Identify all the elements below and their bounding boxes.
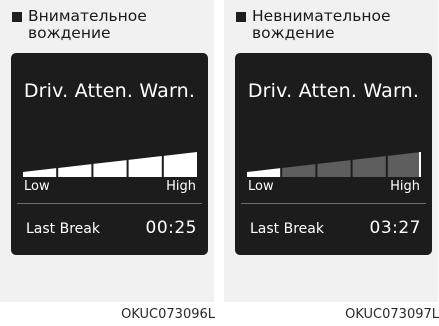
cluster-display: Driv. Atten. Warn. Low High Last Break 0… [235, 53, 432, 255]
square-bullet-icon [12, 12, 22, 22]
panel-heading-text: Невнимательное вождение [252, 7, 391, 42]
level-low-label: Low [24, 179, 50, 194]
level-segment [387, 152, 421, 177]
panel-heading-text: Внимательное вождение [28, 7, 147, 42]
level-segment [93, 160, 127, 177]
level-segment [128, 156, 162, 177]
panel-heading: Невнимательное вождение [236, 8, 432, 42]
figure-code: OKUC073097L [345, 307, 439, 322]
level-segment [23, 168, 57, 177]
level-high-label: High [166, 179, 196, 194]
level-segment [247, 168, 281, 177]
level-segment [352, 156, 386, 177]
figure-code: OKUC073096L [121, 307, 215, 322]
attention-level-bar [23, 152, 197, 177]
display-divider [17, 203, 202, 204]
level-segment [58, 164, 92, 177]
level-segment [163, 152, 197, 177]
display-title: Driv. Atten. Warn. [247, 80, 420, 102]
last-break-time: 03:27 [369, 218, 421, 238]
attentive-driving-panel: Внимательное вождение Driv. Atten. Warn.… [0, 0, 214, 302]
attention-level-bar [247, 152, 421, 177]
last-break-time: 00:25 [145, 218, 197, 238]
last-break-label: Last Break [250, 221, 324, 237]
square-bullet-icon [236, 12, 246, 22]
level-high-label: High [390, 179, 420, 194]
cluster-display: Driv. Atten. Warn. Low High Last Break 0… [11, 53, 208, 255]
display-title: Driv. Atten. Warn. [23, 80, 196, 102]
last-break-label: Last Break [26, 221, 100, 237]
panel-heading: Внимательное вождение [12, 8, 208, 42]
inattentive-driving-panel: Невнимательное вождение Driv. Atten. War… [224, 0, 438, 302]
level-segment [317, 160, 351, 177]
level-low-label: Low [248, 179, 274, 194]
level-segment [282, 164, 316, 177]
display-divider [241, 203, 426, 204]
level-end-marker [419, 152, 421, 177]
